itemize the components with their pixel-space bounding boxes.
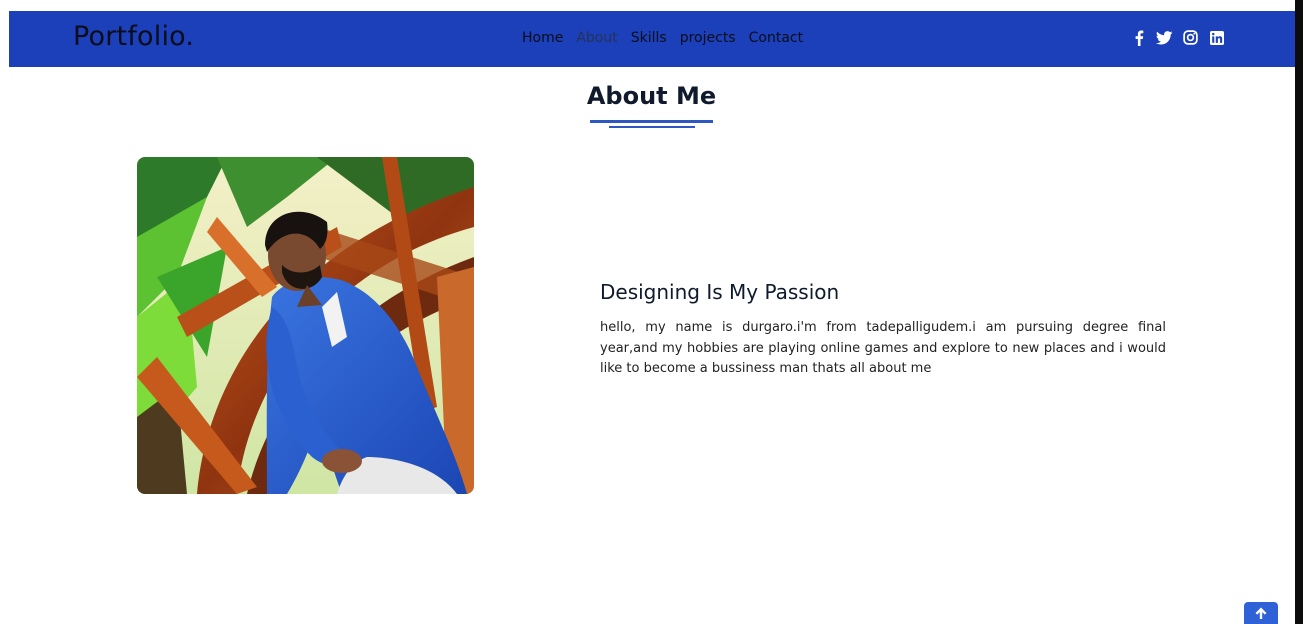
nav-item-home[interactable]: Home [522,30,563,46]
nav-menu: Home About Skills projects Contact [522,30,803,46]
instagram-icon[interactable] [1182,29,1199,46]
social-links [1130,29,1225,46]
profile-photo [137,157,474,494]
title-underline [590,120,713,123]
brand-logo[interactable]: Portfolio. [73,21,194,52]
nav-item-about[interactable]: About [576,30,617,46]
section-title: About Me [586,82,717,110]
facebook-icon[interactable] [1130,29,1147,46]
about-heading: Designing Is My Passion [600,280,840,304]
title-underline-short [609,126,695,128]
nav-item-skills[interactable]: Skills [631,30,667,46]
twitter-icon[interactable] [1156,29,1173,46]
navbar: Portfolio. Home About Skills projects Co… [9,11,1295,67]
nav-item-projects[interactable]: projects [680,30,736,46]
about-paragraph: hello, my name is durgaro.i'm from tadep… [600,320,1166,376]
arrow-up-icon [1255,607,1267,619]
scroll-to-top-button[interactable] [1244,602,1278,624]
linkedin-icon[interactable] [1208,29,1225,46]
nav-item-contact[interactable]: Contact [749,30,803,46]
